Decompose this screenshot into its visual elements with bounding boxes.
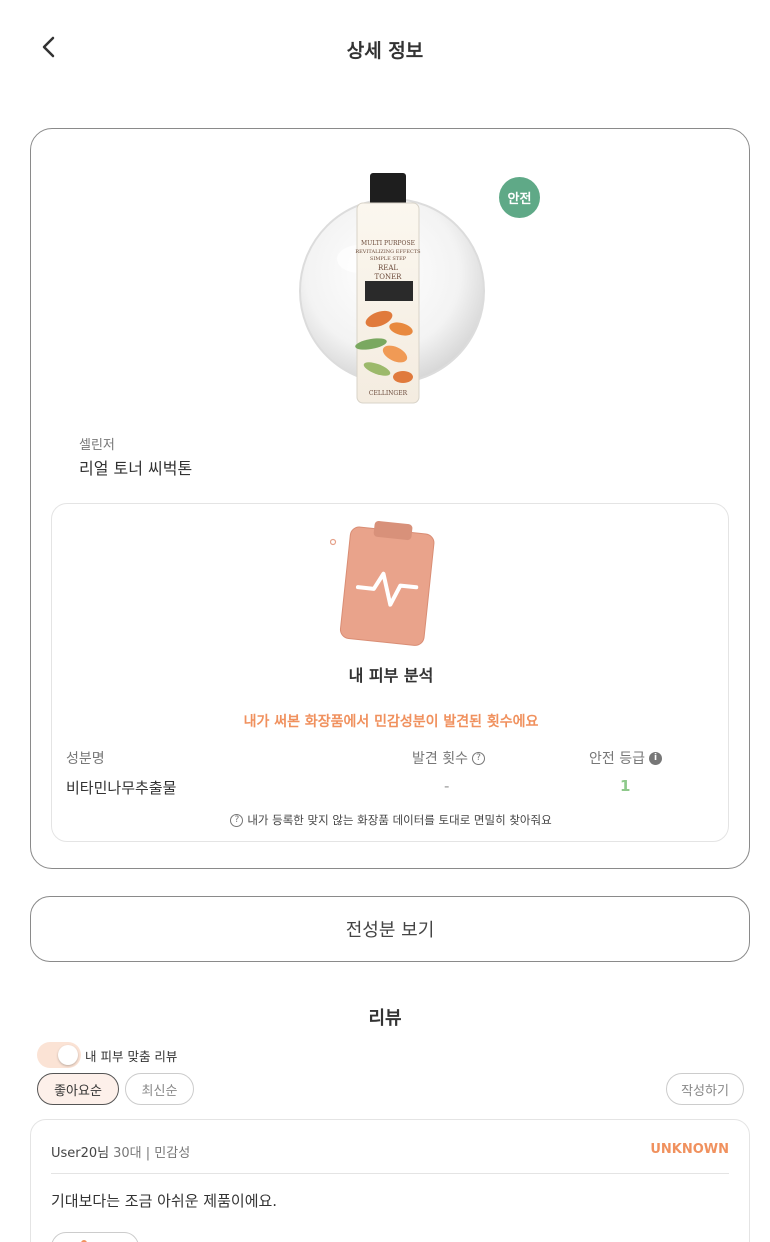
- review-user-meta: 30대 | 민감성: [113, 1146, 191, 1161]
- svg-text:CELLINGER: CELLINGER: [369, 390, 408, 397]
- svg-text:REVITALIZING EFFECTS: REVITALIZING EFFECTS: [355, 249, 421, 255]
- help-icon[interactable]: ?: [471, 751, 485, 765]
- review-username: User20님: [51, 1146, 110, 1161]
- info-icon[interactable]: i: [648, 751, 662, 765]
- column-header-count: 발견 횟수 ?: [412, 748, 485, 768]
- column-header-grade: 안전 등급 i: [589, 748, 662, 768]
- svg-text:MULTI PURPOSE: MULTI PURPOSE: [361, 240, 415, 247]
- analysis-title: 내 피부 분석: [348, 666, 434, 685]
- sort-by-likes-button[interactable]: 좋아요순: [37, 1073, 119, 1105]
- help-icon: ?: [230, 813, 244, 827]
- review-text: 기대보다는 조금 아쉬운 제품이에요.: [51, 1192, 278, 1210]
- analysis-subtitle: 내가 써본 화장품에서 민감성분이 발견된 횟수에요: [243, 714, 539, 730]
- svg-text:REAL: REAL: [378, 264, 398, 272]
- toggle-knob: [58, 1045, 78, 1065]
- product-brand: 셀린저: [79, 438, 115, 453]
- write-review-button[interactable]: 작성하기: [666, 1073, 744, 1105]
- sort-by-recent-button[interactable]: 최신순: [125, 1073, 194, 1105]
- review-skin-type: UNKNOWN: [650, 1142, 729, 1157]
- reviews-title: 리뷰: [368, 1008, 402, 1029]
- review-like-button[interactable]: [51, 1232, 139, 1242]
- divider: [51, 1173, 729, 1174]
- page-title: 상세 정보: [346, 40, 424, 62]
- ingredient-count: -: [444, 777, 450, 795]
- column-header-name: 성분명: [66, 751, 105, 767]
- ingredient-grade: 1: [620, 777, 631, 795]
- analysis-note: ? 내가 등록한 맞지 않는 화장품 데이터를 토대로 면밀히 찾아줘요: [52, 812, 730, 828]
- review-card: User20님 30대 | 민감성 UNKNOWN 기대보다는 조금 아쉬운 제품…: [30, 1119, 750, 1242]
- toggle-label: 내 피부 맞춤 리뷰: [85, 1049, 178, 1064]
- ingredient-name: 비타민나무추출물: [66, 779, 177, 797]
- safety-badge: 안전: [499, 177, 540, 218]
- product-image: MULTI PURPOSE REVITALIZING EFFECTS SIMPL…: [299, 169, 489, 414]
- product-card: MULTI PURPOSE REVITALIZING EFFECTS SIMPL…: [30, 128, 750, 869]
- header: 상세 정보: [0, 0, 770, 96]
- product-name: 리얼 토너 씨벅톤: [79, 459, 193, 478]
- clipboard-pulse-icon: [329, 518, 440, 648]
- skin-analysis-box: 내 피부 분석 내가 써본 화장품에서 민감성분이 발견된 횟수에요 성분명 발…: [51, 503, 729, 842]
- my-skin-review-toggle[interactable]: [37, 1042, 81, 1068]
- svg-text:SIMPLE STEP: SIMPLE STEP: [370, 256, 407, 262]
- view-all-ingredients-button[interactable]: 전성분 보기: [30, 896, 750, 962]
- svg-text:TONER: TONER: [375, 273, 403, 281]
- review-user: User20님 30대 | 민감성: [51, 1142, 190, 1161]
